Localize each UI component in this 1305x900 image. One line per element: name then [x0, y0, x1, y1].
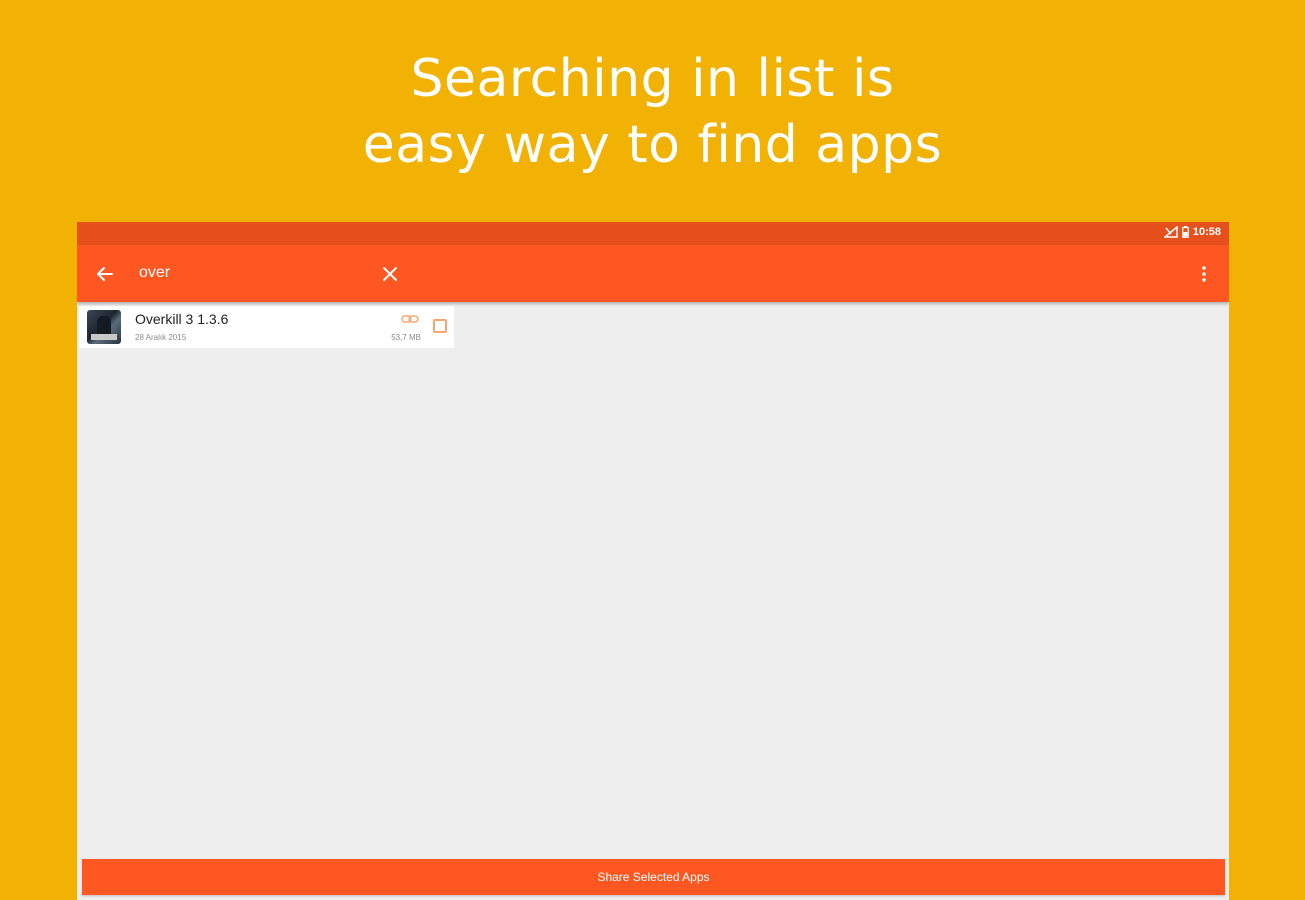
app-size: 53,7 MB — [391, 333, 421, 342]
battery-icon — [1182, 226, 1189, 238]
status-time: 10:58 — [1192, 226, 1221, 238]
status-icons: 10:58 — [1163, 226, 1221, 238]
status-bar: 10:58 — [77, 222, 1229, 245]
headline-line-2: easy way to find apps — [362, 115, 943, 175]
search-input[interactable] — [139, 261, 369, 285]
select-app-checkbox[interactable] — [433, 319, 447, 333]
arrow-back-icon[interactable] — [95, 264, 115, 284]
promo-headline: Searching in list is easy way to find ap… — [0, 46, 1305, 178]
search-toolbar — [77, 245, 1229, 302]
device-screen: 10:58 Overkill 3 1.3.6 28 Aralık 2015 53… — [77, 222, 1229, 900]
signal-icon — [1163, 226, 1178, 238]
link-icon — [401, 315, 419, 323]
app-name: Overkill 3 1.3.6 — [135, 311, 229, 327]
overflow-menu-icon[interactable] — [1201, 264, 1207, 284]
close-icon[interactable] — [381, 265, 399, 283]
app-install-date: 28 Aralık 2015 — [135, 333, 187, 342]
share-selected-apps-button[interactable]: Share Selected Apps — [82, 859, 1225, 895]
app-list-item[interactable]: Overkill 3 1.3.6 28 Aralık 2015 53,7 MB — [79, 306, 454, 348]
app-icon — [87, 310, 121, 344]
headline-line-1: Searching in list is — [410, 49, 895, 109]
